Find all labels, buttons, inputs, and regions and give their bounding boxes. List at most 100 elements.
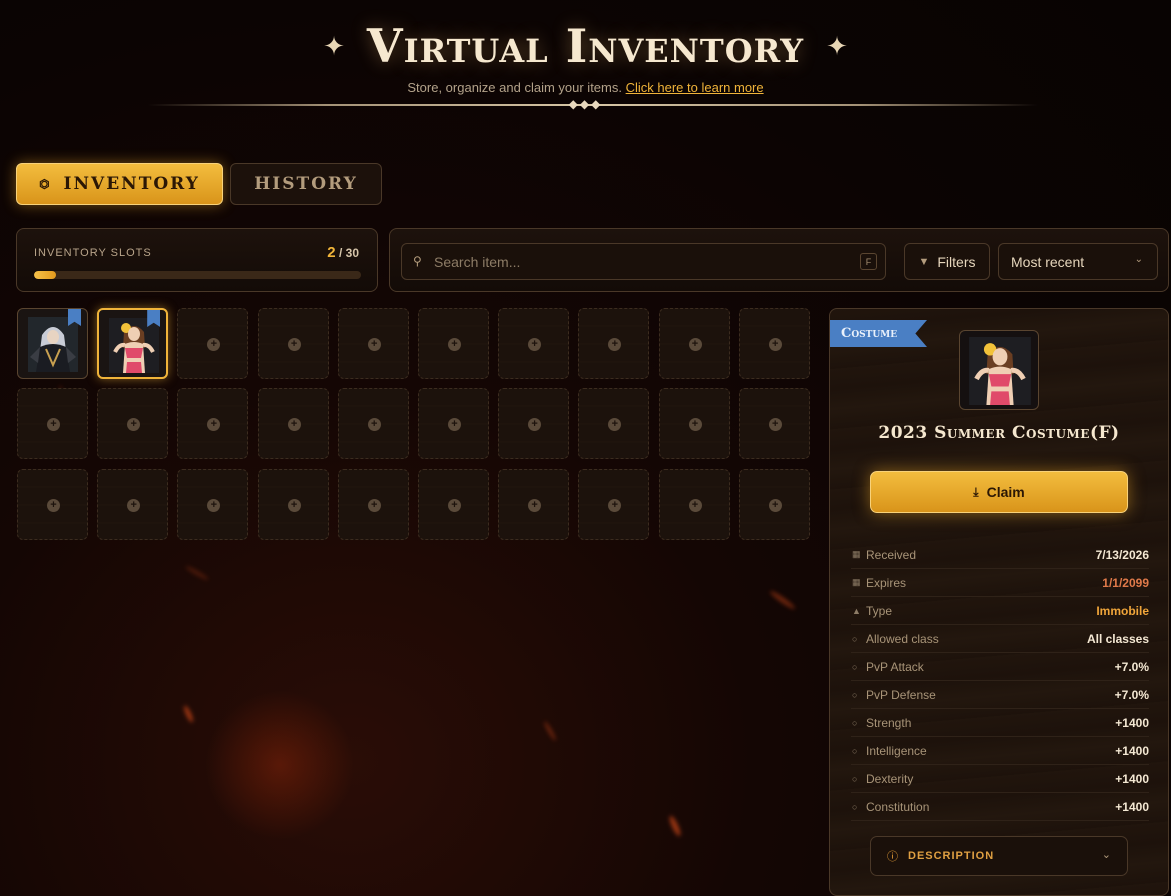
filters-button[interactable]: ▼ Filters	[904, 243, 990, 280]
stat-row-type: ▲ Type Immobile	[851, 597, 1149, 625]
empty-slot[interactable]: +	[97, 468, 169, 540]
empty-slot[interactable]: +	[17, 468, 88, 540]
plus-circle-icon: +	[528, 338, 542, 351]
plus-circle-icon: +	[287, 498, 301, 512]
empty-slot[interactable]: +	[658, 308, 730, 379]
empty-slot[interactable]: +	[17, 388, 88, 460]
dark-costume-thumbnail	[28, 317, 78, 372]
empty-slot[interactable]: +	[177, 468, 249, 540]
plus-circle-icon: +	[207, 338, 221, 351]
calendar-x-icon: ▦	[852, 577, 861, 587]
empty-slot[interactable]: +	[498, 388, 570, 460]
stat-value: +7.0%	[1114, 659, 1149, 674]
stat-label: Intelligence	[866, 743, 927, 758]
empty-slot[interactable]: +	[738, 308, 810, 379]
search-input[interactable]	[434, 244, 854, 279]
stat-row-pvp-defense: ○ PvP Defense +7.0%	[851, 681, 1149, 709]
claim-button[interactable]: ⤓ Claim	[870, 471, 1128, 513]
empty-slot[interactable]: +	[417, 308, 489, 379]
empty-slot[interactable]: +	[578, 308, 650, 379]
plus-circle-icon: +	[768, 498, 782, 512]
plus-circle-icon: +	[447, 418, 461, 432]
stat-value: All classes	[1086, 631, 1149, 646]
empty-slot[interactable]: +	[257, 468, 329, 540]
tab-inventory-label: INVENTORY	[63, 174, 200, 194]
tab-inventory[interactable]: ⏣ INVENTORY	[16, 163, 223, 205]
ember	[542, 720, 558, 742]
learn-more-link[interactable]: Click here to learn more	[626, 80, 764, 95]
plus-circle-icon: +	[47, 498, 60, 512]
empty-slot[interactable]: +	[177, 388, 249, 460]
item-name: 2023 Summer Costume(F)	[878, 423, 1120, 443]
item-detail-panel: Costume 2023 Summer Costume(F) ⤓ Claim ▦…	[829, 308, 1169, 896]
stat-value: +7.0%	[1114, 687, 1149, 702]
empty-slot[interactable]: +	[417, 388, 489, 460]
description-toggle[interactable]: ⓘ DESCRIPTION ⌄	[870, 836, 1128, 876]
stat-value: +1400	[1115, 771, 1149, 786]
empty-slot[interactable]: +	[337, 468, 409, 540]
stat-label: PvP Attack	[866, 659, 924, 674]
stat-value: 1/1/2099	[1102, 575, 1149, 590]
empty-slot[interactable]: +	[498, 308, 570, 379]
empty-slot[interactable]: +	[97, 388, 169, 460]
circle-icon: ○	[852, 773, 858, 784]
stat-row-pvp-attack: ○ PvP Attack +7.0%	[851, 653, 1149, 681]
stat-value: 7/13/2026	[1095, 547, 1149, 562]
ember	[768, 589, 797, 611]
empty-slot[interactable]: +	[257, 388, 329, 460]
empty-slot[interactable]: +	[658, 468, 730, 540]
filter-icon: ▼	[918, 255, 930, 268]
summer-costume-thumbnail	[109, 318, 160, 373]
plus-circle-icon: +	[367, 418, 381, 432]
stat-label: Received	[866, 547, 917, 562]
stat-value: +1400	[1115, 715, 1149, 730]
search-box: ⚲ F	[401, 243, 886, 280]
category-ribbon: Costume	[830, 320, 927, 347]
sort-select[interactable]: Most recent ⌄	[998, 243, 1158, 280]
ember	[667, 814, 683, 838]
slots-separator: /	[338, 246, 343, 260]
empty-slot[interactable]: +	[738, 388, 810, 460]
chest-icon: ⏣	[39, 177, 52, 191]
chevron-down-icon: ⌄	[1134, 254, 1143, 265]
empty-slot[interactable]: +	[578, 388, 650, 460]
item-detail-thumbnail	[959, 330, 1039, 410]
empty-slot[interactable]: +	[578, 468, 650, 540]
search-icon: ⚲	[413, 254, 422, 268]
empty-slot[interactable]: +	[498, 468, 570, 540]
item-stats-list: ▦ Received 7/13/2026 ▦ Expires 1/1/2099 ▲ Type I…	[851, 541, 1149, 821]
empty-slot[interactable]: +	[257, 308, 329, 379]
inventory-slots-panel: INVENTORY SLOTS 2 / 30	[16, 228, 378, 292]
stat-row-strength: ○ Strength +1400	[851, 709, 1149, 737]
plus-circle-icon: +	[688, 338, 702, 351]
empty-slot[interactable]: +	[658, 388, 730, 460]
slots-used: 2	[327, 244, 336, 261]
empty-slot[interactable]: +	[417, 468, 489, 540]
summer-costume-image	[969, 337, 1031, 405]
page-header: ✦ Virtual Inventory ✦ Store, organize an…	[0, 10, 1171, 95]
info-icon: ⓘ	[887, 851, 898, 863]
empty-slot[interactable]: +	[337, 388, 409, 460]
plus-circle-icon: +	[447, 498, 461, 512]
inventory-slot-dark-costume[interactable]	[17, 308, 88, 379]
page-subtitle: Store, organize and claim your items. Cl…	[0, 80, 1171, 95]
plus-circle-icon: +	[528, 498, 542, 512]
stat-label: Strength	[866, 715, 912, 730]
circle-icon: ○	[852, 717, 858, 728]
stat-row-expires: ▦ Expires 1/1/2099	[851, 569, 1149, 597]
plus-circle-icon: +	[207, 418, 221, 432]
inventory-slot-summer-costume[interactable]	[97, 308, 169, 379]
stat-label: PvP Defense	[866, 687, 936, 702]
empty-slot[interactable]: +	[738, 468, 810, 540]
ember	[184, 564, 210, 582]
plus-circle-icon: +	[287, 338, 301, 351]
circle-icon: ○	[852, 633, 858, 644]
circle-icon: ○	[852, 745, 858, 756]
tab-history[interactable]: HISTORY	[230, 163, 382, 205]
chevron-down-icon: ⌄	[1101, 849, 1111, 861]
stat-value: +1400	[1115, 743, 1149, 758]
circle-icon: ○	[852, 801, 858, 812]
empty-slot[interactable]: +	[337, 308, 409, 379]
plus-circle-icon: +	[367, 338, 381, 351]
empty-slot[interactable]: +	[177, 308, 249, 379]
